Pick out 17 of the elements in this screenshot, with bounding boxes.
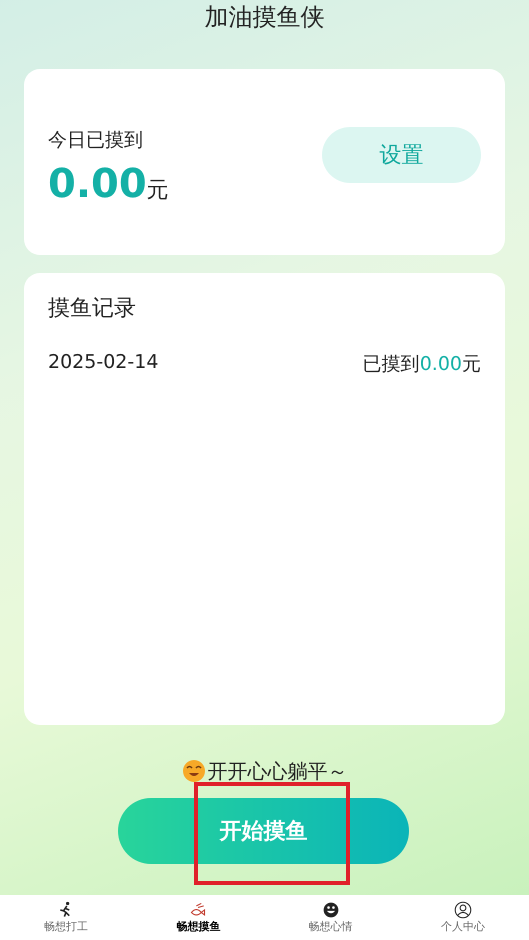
currency-unit: 元	[146, 178, 169, 203]
record-label: 已摸到	[362, 353, 420, 375]
record-date: 2025-02-14	[48, 351, 158, 375]
tab-item[interactable]: 畅想心情	[264, 895, 397, 940]
today-label: 今日已摸到	[48, 128, 144, 153]
tab-item[interactable]: 畅想摸鱼	[132, 895, 264, 940]
records-heading: 摸鱼记录	[48, 295, 137, 323]
smiley-icon	[182, 759, 206, 783]
smiley-icon	[322, 901, 340, 919]
person-icon	[454, 901, 472, 919]
page-title: 加油摸鱼侠	[204, 2, 324, 33]
mood-text: 开开心心躺平～	[208, 758, 348, 784]
record-amount: 0.00	[420, 353, 462, 375]
currency-unit: 元	[462, 353, 481, 375]
tab-item[interactable]: 个人中心	[396, 895, 529, 940]
tab-item[interactable]: 畅想打工	[0, 895, 132, 940]
today-amount: 0.00	[48, 161, 147, 207]
